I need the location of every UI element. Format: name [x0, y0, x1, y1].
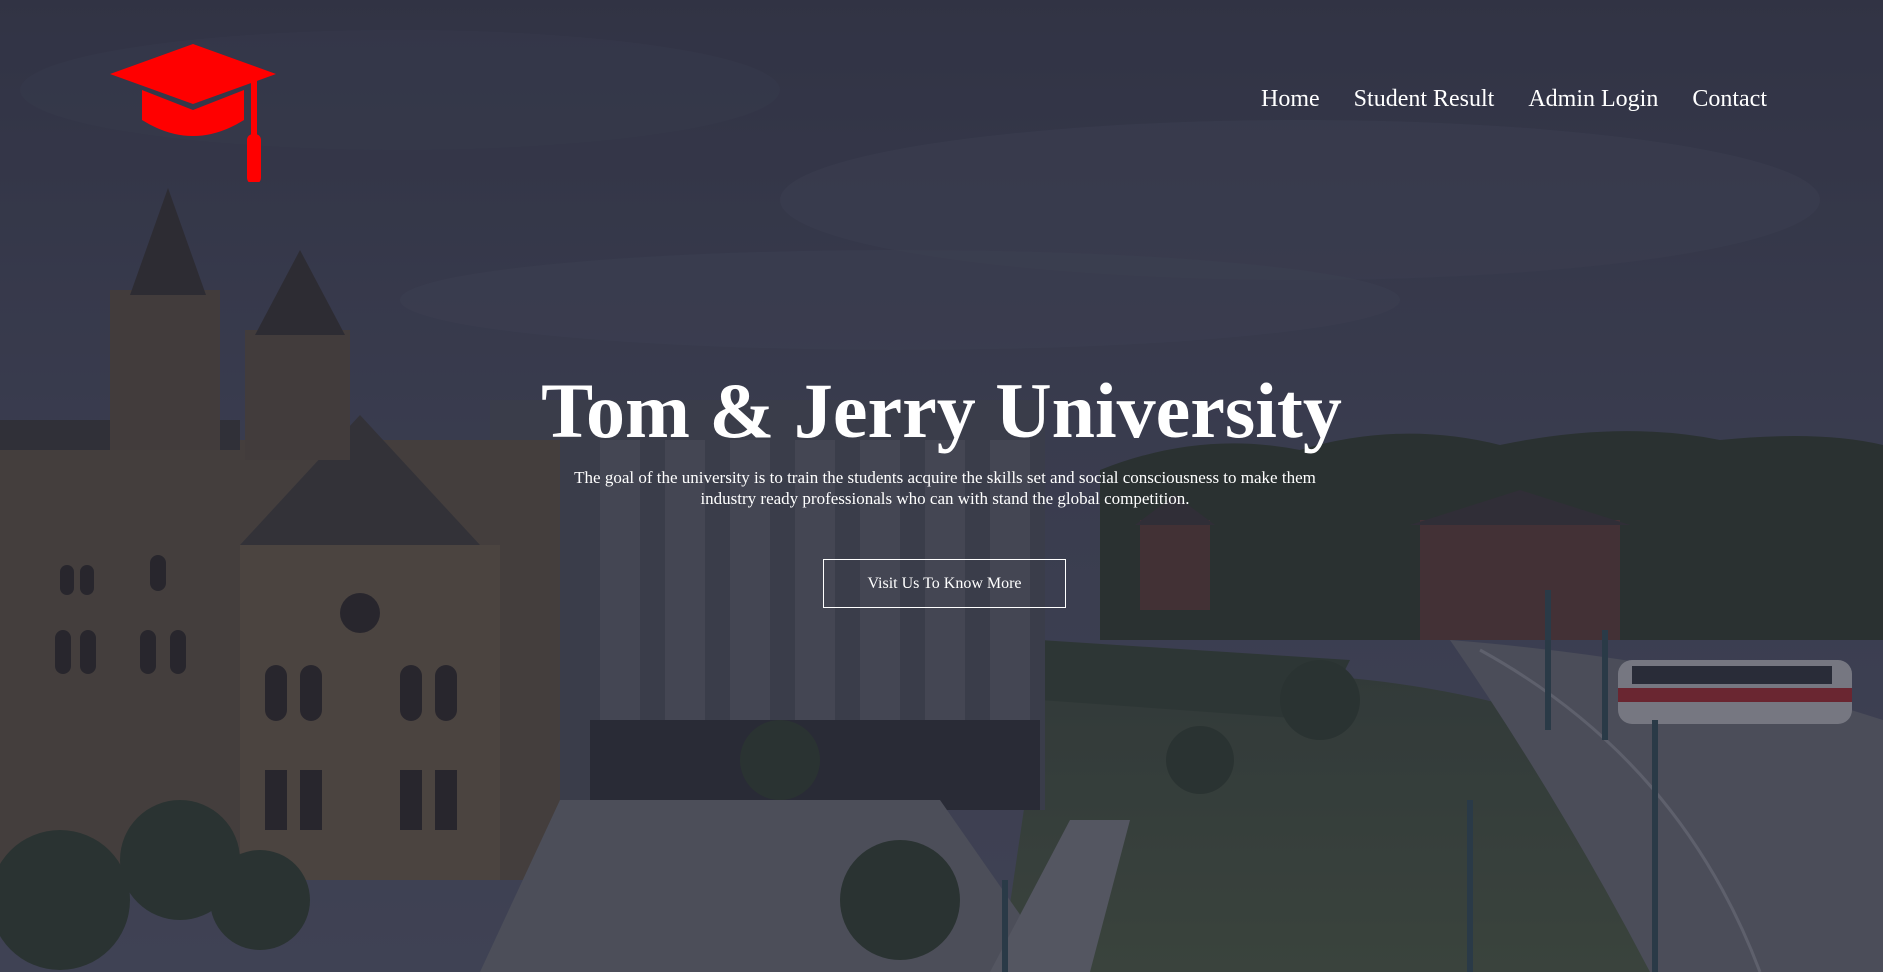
nav-student-result-link[interactable]: Student Result	[1354, 86, 1495, 113]
visit-us-button[interactable]: Visit Us To Know More	[823, 559, 1066, 608]
nav-home-link[interactable]: Home	[1261, 86, 1320, 113]
main-navigation: Home Student Result Admin Login Contact	[1261, 86, 1767, 113]
hero-description: The goal of the university is to train t…	[574, 468, 1316, 508]
nav-admin-login-link[interactable]: Admin Login	[1528, 86, 1658, 113]
hero-title: Tom & Jerry University	[541, 367, 1342, 454]
nav-contact-link[interactable]: Contact	[1692, 86, 1767, 113]
graduation-cap-icon[interactable]	[108, 42, 278, 184]
